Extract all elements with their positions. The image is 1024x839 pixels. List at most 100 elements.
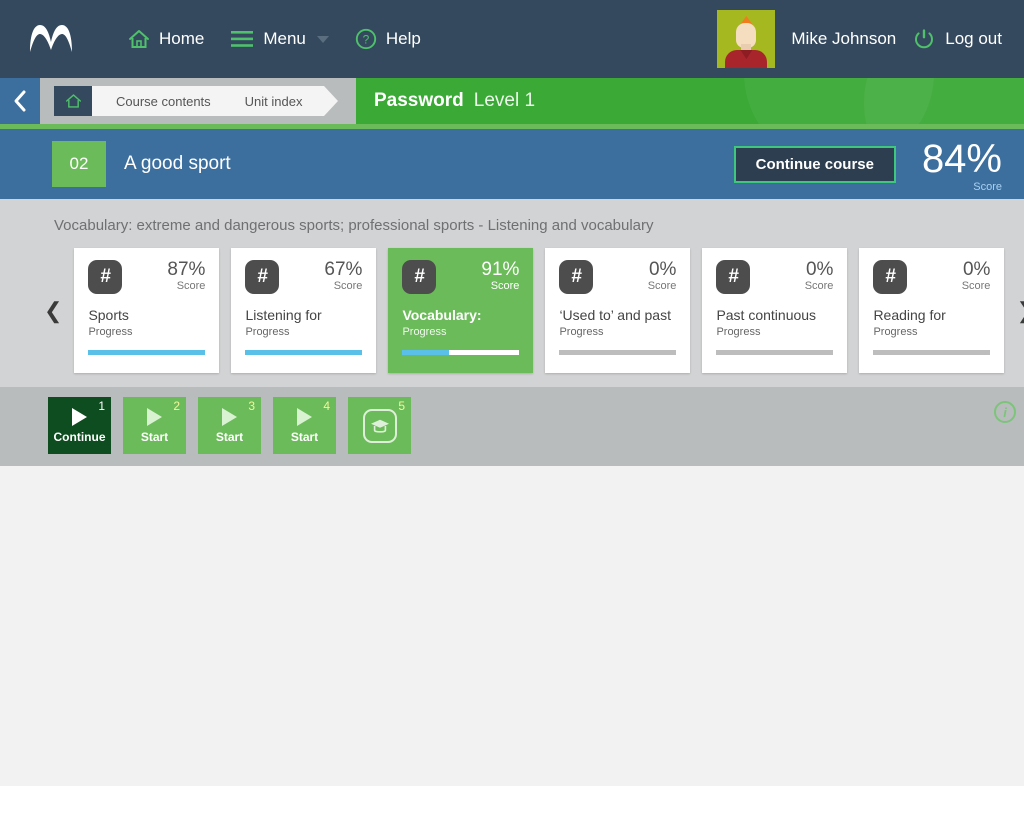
nav-help[interactable]: ? Help <box>355 28 421 50</box>
book-logo-icon[interactable] <box>28 17 76 61</box>
username-label: Mike Johnson <box>791 29 897 48</box>
activity-button-5[interactable]: 5 <box>348 397 411 454</box>
activity-button-label: Start <box>290 429 319 444</box>
nav-menu[interactable]: Menu <box>230 29 329 49</box>
user-zone: Mike Johnson Log out <box>717 0 1002 78</box>
activity-card[interactable]: #0% Score ‘Used to’ and past Progress <box>545 248 691 373</box>
hash-icon: # <box>245 260 280 294</box>
activity-button-strip: 1 Continue 2 Start 3 Start 4 Start 5 i <box>0 387 1024 466</box>
home-icon <box>65 94 81 108</box>
card-score: 0% <box>648 259 677 280</box>
activity-card-band: Vocabulary: extreme and dangerous sports… <box>0 199 1024 387</box>
card-progress-fill <box>402 350 450 355</box>
power-icon <box>915 29 934 49</box>
activity-card[interactable]: #67% Score Listening for Progress <box>231 248 377 373</box>
card-title: Sports <box>88 307 129 323</box>
score-label: Score <box>973 181 1002 193</box>
card-list: #87% Score Sports Progress #67% Score Listenin… <box>74 248 1005 373</box>
card-top: #0% Score <box>559 260 676 294</box>
continue-course-button[interactable]: Continue course <box>733 146 896 183</box>
card-score-group: 87% Score <box>167 260 205 293</box>
card-score: 0% <box>805 259 834 280</box>
card-progress-label: Progress <box>245 326 290 338</box>
activity-button-4[interactable]: 4 Start <box>273 397 336 454</box>
activity-button-1[interactable]: 1 Continue <box>48 397 111 454</box>
breadcrumb: Course contents Unit index <box>40 78 356 124</box>
play-icon <box>147 407 162 426</box>
breadcrumb-item-course-contents[interactable]: Course contents <box>92 86 235 116</box>
nav-help-label: Help <box>385 29 421 48</box>
hash-icon: # <box>716 260 751 294</box>
logout-button[interactable]: Log out <box>912 27 1002 51</box>
card-top: #67% Score <box>245 260 362 294</box>
card-title: Listening for <box>245 307 322 323</box>
hash-icon: # <box>559 260 594 294</box>
activity-button-number: 3 <box>248 399 255 413</box>
activity-card[interactable]: #91% Score Vocabulary: Progress <box>388 248 534 373</box>
carousel-prev-button[interactable]: ❮ <box>44 291 62 331</box>
card-score: 67% <box>324 259 363 280</box>
card-top: #91% Score <box>402 260 519 294</box>
activity-button-label: Start <box>140 429 169 444</box>
card-progress-label: Progress <box>402 326 447 338</box>
activity-card[interactable]: #87% Score Sports Progress <box>74 248 220 373</box>
hash-icon: # <box>873 260 908 294</box>
activity-button-number: 2 <box>173 399 180 413</box>
home-icon <box>129 30 149 48</box>
svg-text:?: ? <box>363 33 370 47</box>
nav-home[interactable]: Home <box>128 29 204 49</box>
book-logo-svg <box>30 25 72 52</box>
carousel-next-button[interactable]: ❯ <box>1016 291 1024 331</box>
activity-score-chart: Activity score in % 0255075100 012345678… <box>0 466 1024 786</box>
card-score-label: Score <box>961 280 991 292</box>
breadcrumb-item-label: Unit index <box>244 93 303 109</box>
question-circle-icon: ? <box>355 28 377 50</box>
hamburger-icon <box>231 31 254 47</box>
card-progress-bar <box>716 350 834 355</box>
card-title: ‘Used to’ and past <box>559 307 671 323</box>
breadcrumb-item-unit-index[interactable]: Unit index <box>220 86 339 116</box>
nav-menu-label: Menu <box>263 29 306 48</box>
course-title-banner: Password Level 1 <box>356 78 1024 124</box>
card-score-group: 0% Score <box>805 259 834 293</box>
activity-button-3[interactable]: 3 Start <box>198 397 261 454</box>
chevron-down-icon <box>316 35 329 43</box>
card-title: Reading for <box>873 307 946 323</box>
band-subtitle: Vocabulary: extreme and dangerous sports… <box>54 217 654 234</box>
breadcrumb-home[interactable] <box>54 86 106 116</box>
activity-button-number: 5 <box>398 399 405 413</box>
activity-button-label: Start <box>215 429 244 444</box>
chevron-left-icon <box>14 90 26 112</box>
activity-button-number: 4 <box>323 399 330 413</box>
card-progress-fill <box>88 350 206 355</box>
card-top: #0% Score <box>873 260 990 294</box>
activity-button-2[interactable]: 2 Start <box>123 397 186 454</box>
graduation-cap-icon <box>362 408 397 443</box>
card-progress-bar <box>402 350 520 355</box>
unit-header: 02 A good sport Continue course 84% Scor… <box>0 129 1024 199</box>
card-progress-bar <box>873 350 991 355</box>
nav-home-label: Home <box>159 29 205 48</box>
page-title: A good sport <box>124 153 231 174</box>
avatar[interactable] <box>717 10 776 68</box>
activity-card[interactable]: #0% Score Reading for Progress <box>859 248 1005 373</box>
info-circle-icon[interactable]: i <box>994 401 1016 423</box>
unit-score: 84% Score <box>922 139 1002 193</box>
breadcrumb-item-label: Course contents <box>116 93 211 109</box>
activity-card[interactable]: #0% Score Past continuous Progress <box>702 248 848 373</box>
card-score-label: Score <box>333 280 363 292</box>
card-title: Past continuous <box>716 307 817 323</box>
score-value: 84% <box>921 137 1002 181</box>
card-carousel: ❮ #87% Score Sports Progress #67% Score Listen… <box>0 248 1024 373</box>
primary-nav-links: Home Menu ? Help <box>128 28 421 50</box>
card-top: #87% Score <box>88 260 205 294</box>
play-icon <box>72 407 87 426</box>
unit-number: 02 <box>52 141 106 187</box>
card-top: #0% Score <box>716 260 833 294</box>
card-progress-label: Progress <box>88 326 133 338</box>
card-progress-bar <box>245 350 363 355</box>
hash-icon: # <box>88 260 123 294</box>
course-level: Level 1 <box>473 90 536 111</box>
back-button[interactable] <box>0 78 40 124</box>
card-score: 0% <box>962 259 991 280</box>
